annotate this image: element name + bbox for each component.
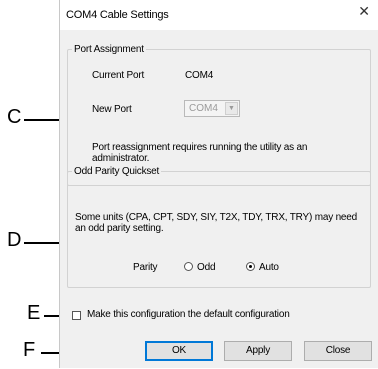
ok-button[interactable]: OK [145,341,213,361]
radio-odd-indicator [184,262,193,271]
new-port-selected-value: COM4 [189,103,218,114]
cable-settings-dialog: COM4 Cable Settings ✕ Port Assignment Cu… [59,0,378,368]
title-bar[interactable]: COM4 Cable Settings ✕ [60,0,378,30]
window-title: COM4 Cable Settings [66,9,169,21]
parity-label: Parity [133,262,158,273]
callout-d: D [7,229,22,251]
dialog-body: Port Assignment Current Port COM4 New Po… [60,30,378,368]
callout-f: F [23,339,36,361]
close-button[interactable]: Close [304,341,372,361]
parity-odd-radio[interactable]: Odd [184,262,216,273]
callout-e: E [27,302,41,324]
current-port-value: COM4 [185,70,214,81]
apply-button[interactable]: Apply [224,341,292,361]
admin-note: Port reassignment requires running the u… [92,142,308,164]
parity-odd-label: Odd [197,262,216,273]
new-port-select[interactable]: COM4 ▼ [184,100,240,117]
odd-parity-note: Some units (CPA, CPT, SDY, SIY, T2X, TDY… [75,212,358,234]
chevron-down-icon: ▼ [225,102,238,115]
new-port-label: New Port [92,104,132,115]
callout-c-leader [24,119,62,121]
parity-auto-label: Auto [259,262,279,273]
callout-d-leader [24,242,62,244]
odd-parity-legend: Odd Parity Quickset [74,166,160,177]
parity-auto-radio[interactable]: Auto [246,262,279,273]
current-port-label: Current Port [92,70,145,81]
default-config-label[interactable]: Make this configuration the default conf… [87,309,290,320]
callout-c: C [7,106,22,128]
default-config-checkbox[interactable] [72,311,81,320]
close-icon[interactable]: ✕ [358,3,370,20]
radio-auto-indicator [246,262,255,271]
port-assignment-legend: Port Assignment [74,44,144,55]
